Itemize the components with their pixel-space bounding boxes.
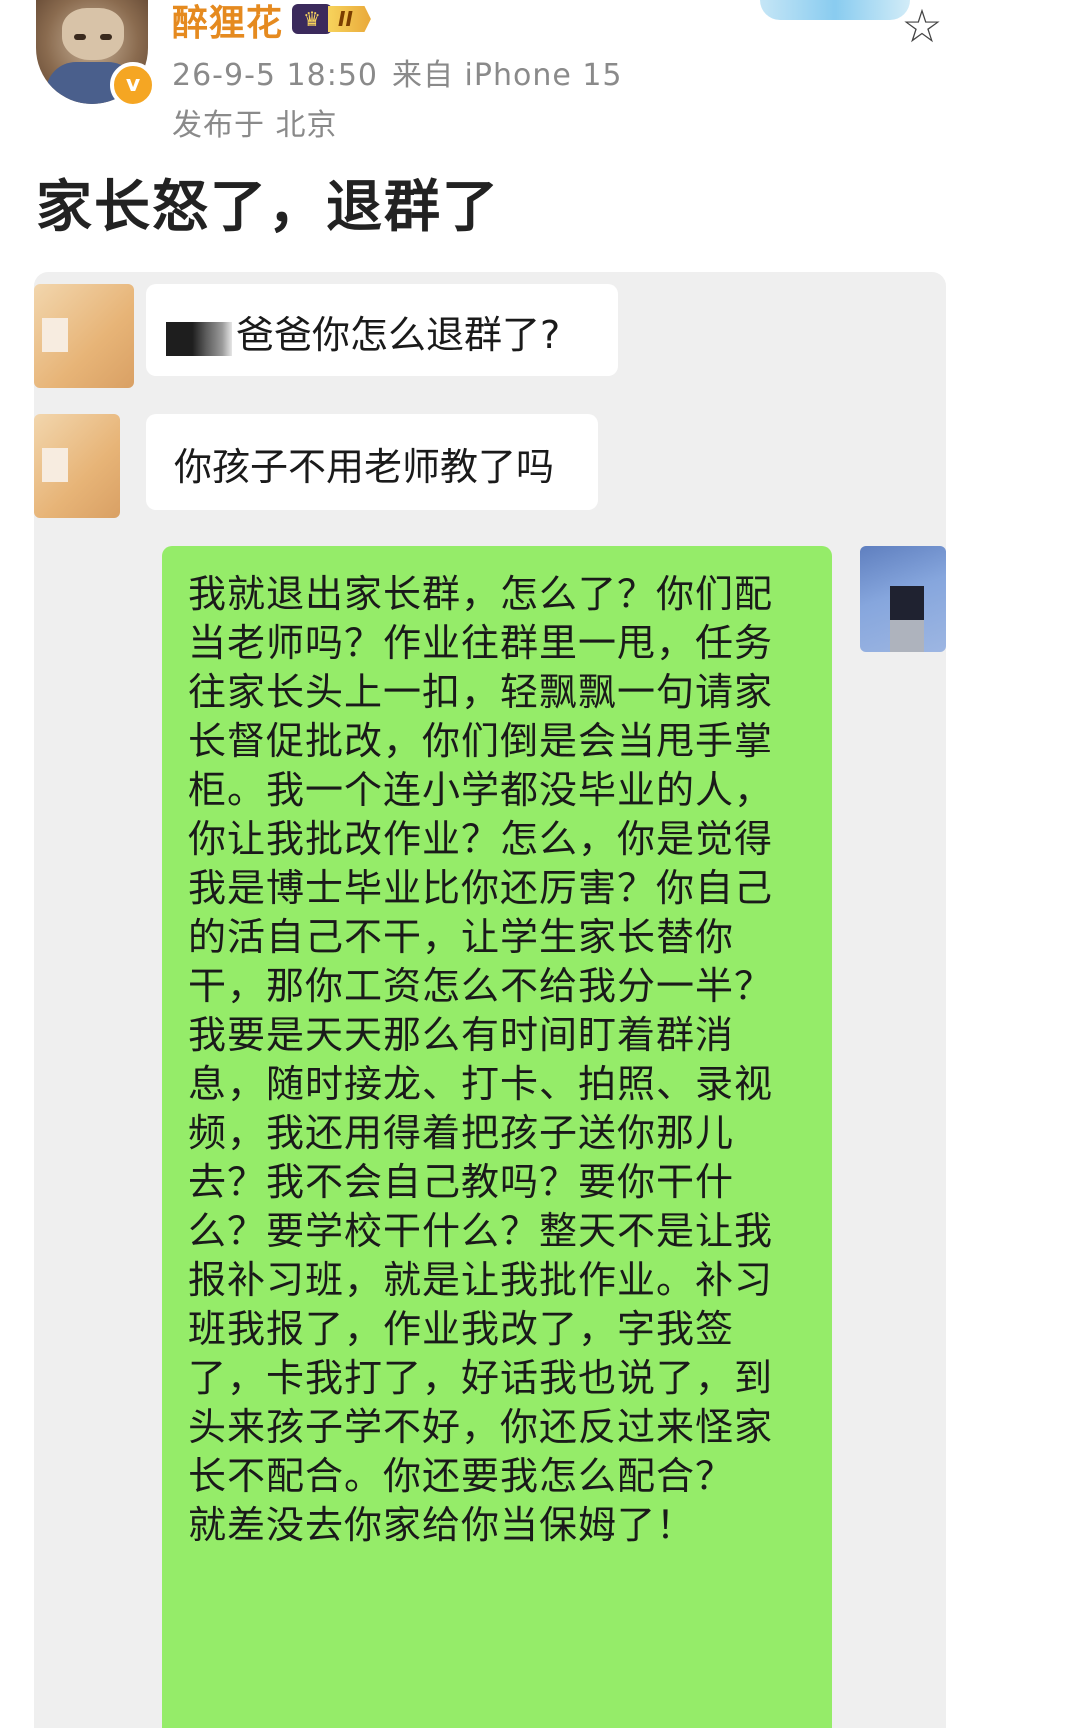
cat-face <box>62 8 124 60</box>
redacted-name <box>166 322 232 356</box>
author-avatar[interactable]: v <box>36 0 156 108</box>
post-text: 家长怒了，退群了 <box>36 175 500 240</box>
chat-screenshot: 爸爸你怎么退群了? 你孩子不用老师教了吗 我就退出家长群，怎么了？你们配当老师吗… <box>34 272 946 1728</box>
verified-icon: v <box>110 62 156 108</box>
post-time: 26-9-5 18:50 <box>172 58 378 93</box>
post-location: 发布于 北京 <box>172 108 338 143</box>
author-name[interactable]: 醉狸花 <box>172 0 283 46</box>
crown-icon: ♛ <box>292 4 332 34</box>
star-outline-icon[interactable]: ☆ <box>898 2 946 50</box>
chat-avatar-self <box>860 546 946 652</box>
chat-message-text: 爸爸你怎么退群了? <box>236 313 561 357</box>
chat-message-text: 你孩子不用老师教了吗 <box>174 445 555 489</box>
post-meta: 26-9-5 18:50 来自 iPhone 15 <box>172 50 623 94</box>
chat-bubble-self: 我就退出家长群，怎么了？你们配当老师吗？作业往群里一甩，任务往家长头上一扣，轻飘… <box>162 546 832 1728</box>
level-badge: ♛ II <box>292 4 371 34</box>
level-badge-text: II <box>328 6 371 32</box>
post-source: 来自 iPhone 15 <box>392 58 623 93</box>
header-decoration <box>760 0 910 20</box>
chat-bubble-other: 爸爸你怎么退群了? <box>146 284 618 376</box>
chat-avatar-other <box>34 284 134 388</box>
chat-avatar-other <box>34 414 120 518</box>
chat-bubble-other: 你孩子不用老师教了吗 <box>146 414 598 510</box>
chat-message-text: 我就退出家长群，怎么了？你们配当老师吗？作业往群里一甩，任务往家长头上一扣，轻飘… <box>188 572 774 1547</box>
